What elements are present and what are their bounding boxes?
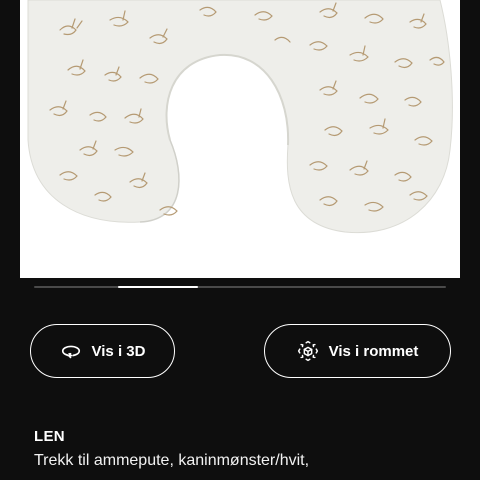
image-carousel-scrollbar[interactable] xyxy=(34,286,446,288)
view-in-room-button[interactable]: Vis i rommet xyxy=(264,324,451,378)
nursing-pillow-illustration xyxy=(20,0,460,278)
product-image[interactable] xyxy=(20,0,460,278)
ar-cube-icon xyxy=(297,340,319,362)
carousel-scroll-thumb[interactable] xyxy=(118,286,198,288)
view-3d-button[interactable]: Vis i 3D xyxy=(30,324,175,378)
product-description: Trekk til ammepute, kaninmønster/hvit, xyxy=(34,452,310,469)
product-name: LEN xyxy=(34,428,65,445)
view-3d-label: Vis i 3D xyxy=(91,342,146,360)
view-in-room-label: Vis i rommet xyxy=(328,342,419,360)
rotate-360-icon xyxy=(60,340,82,362)
